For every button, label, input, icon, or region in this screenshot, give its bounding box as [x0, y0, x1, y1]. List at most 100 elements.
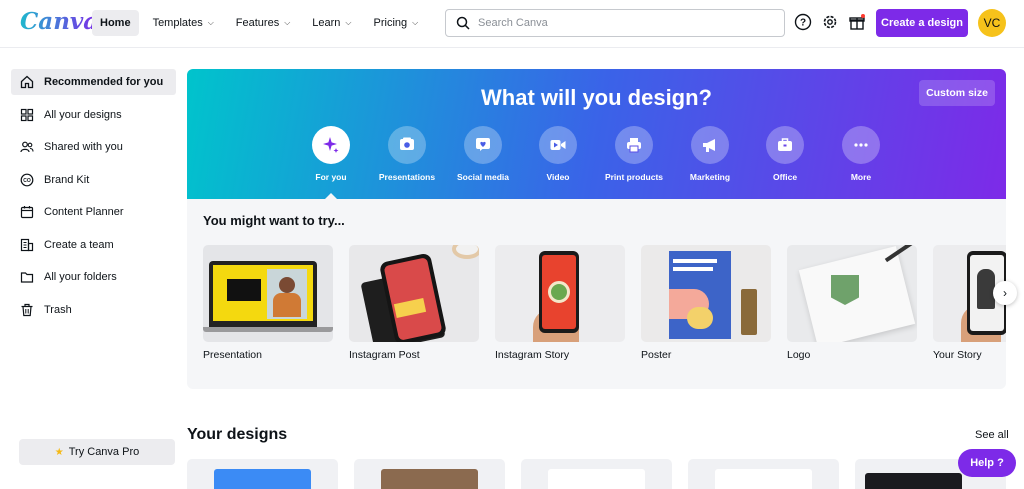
category-video[interactable]: Video — [518, 126, 598, 182]
search-icon — [456, 16, 470, 30]
search-placeholder: Search Canva — [478, 17, 548, 29]
tile-label: Presentation — [203, 349, 262, 361]
sidebar-item-create-team[interactable]: Create a team — [11, 232, 176, 258]
category-social-media[interactable]: Social media — [443, 126, 523, 182]
sidebar-item-label: Shared with you — [44, 141, 123, 153]
sidebar-item-label: All your designs — [44, 108, 122, 121]
category-label: Office — [772, 172, 798, 182]
category-label: Print products — [604, 172, 664, 182]
template-tile-instagram-post[interactable]: Instagram Post — [349, 245, 479, 361]
nav-features[interactable]: Features ⌵ — [228, 10, 299, 36]
try-canva-pro-button[interactable]: ★ Try Canva Pro — [19, 439, 175, 465]
logo-thumbnail — [787, 245, 917, 342]
category-label: More — [850, 172, 872, 182]
search-input[interactable]: Search Canva — [445, 9, 785, 37]
category-office[interactable]: Office — [745, 126, 825, 182]
category-more[interactable]: More — [821, 126, 901, 182]
category-presentations[interactable]: Presentations — [367, 126, 447, 182]
instagram-story-thumbnail — [495, 245, 625, 342]
try-panel: You might want to try... Presentation In… — [187, 199, 1006, 389]
canva-logo[interactable]: Canva — [20, 8, 98, 35]
try-title: You might want to try... — [203, 213, 345, 228]
sidebar-item-recommended[interactable]: Recommended for you — [11, 69, 176, 95]
category-label: For you — [315, 172, 347, 182]
design-thumbnail — [214, 469, 311, 489]
nav-pricing[interactable]: Pricing ⌵ — [366, 10, 427, 36]
help-circle-icon[interactable]: ? — [794, 13, 812, 31]
template-tile-logo[interactable]: Logo — [787, 245, 917, 361]
nav-pricing-label: Pricing — [373, 17, 408, 29]
sidebar-item-label: Create a team — [44, 238, 114, 251]
see-all-link[interactable]: See all — [975, 429, 1009, 441]
chevron-down-icon: ⌵ — [284, 18, 291, 27]
gear-icon[interactable] — [821, 13, 839, 31]
category-for-you[interactable]: For you — [291, 126, 371, 182]
hero-banner: What will you design? Custom size For yo… — [187, 69, 1006, 199]
poster-thumbnail — [641, 245, 771, 342]
printer-icon — [615, 126, 653, 164]
tile-label: Instagram Story — [495, 349, 570, 361]
sidebar: Recommended for you All your designs Sha… — [11, 69, 176, 329]
nav-templates-label: Templates — [152, 17, 203, 29]
tile-label: Poster — [641, 349, 672, 361]
sidebar-item-label: Trash — [44, 303, 72, 316]
sidebar-item-label: All your folders — [44, 271, 117, 283]
nav-home[interactable]: Home — [92, 10, 139, 36]
sparkle-icon — [312, 126, 350, 164]
sidebar-item-shared[interactable]: Shared with you — [11, 134, 176, 160]
sidebar-item-label: Brand Kit — [44, 173, 90, 186]
nav-templates[interactable]: Templates ⌵ — [145, 10, 222, 36]
nav-home-label: Home — [100, 17, 131, 29]
nav-features-label: Features — [235, 17, 280, 29]
carousel-next-button[interactable]: › — [993, 281, 1017, 305]
category-label: Social media — [457, 172, 509, 182]
template-tile-your-story[interactable]: Your Story — [933, 245, 1006, 361]
avatar[interactable]: VC — [978, 9, 1006, 37]
tile-label: Instagram Post — [349, 349, 420, 361]
category-print-products[interactable]: Print products — [594, 126, 674, 182]
sidebar-item-label: Recommended for you — [44, 76, 164, 88]
svg-text:?: ? — [800, 18, 806, 29]
tile-label: Logo — [787, 349, 811, 361]
building-icon — [20, 238, 34, 251]
try-pro-label: Try Canva Pro — [68, 446, 140, 458]
nav-learn-label: Learn — [312, 17, 341, 29]
svg-text:CO: CO — [23, 178, 31, 184]
presentation-thumbnail — [203, 245, 333, 342]
nav-learn[interactable]: Learn ⌵ — [304, 10, 359, 36]
more-icon — [842, 126, 880, 164]
your-designs-title: Your designs — [187, 426, 288, 443]
sidebar-item-brand-kit[interactable]: CO Brand Kit — [11, 167, 176, 193]
category-marketing[interactable]: Marketing — [670, 126, 750, 182]
sidebar-item-content-planner[interactable]: Content Planner — [11, 199, 176, 225]
design-thumbnail — [715, 469, 812, 489]
top-header: Canva Home Templates ⌵ Features ⌵ Learn ⌵ P… — [0, 0, 1024, 48]
folder-icon — [20, 272, 34, 283]
presentation-icon — [388, 126, 426, 164]
category-label: Presentations — [378, 172, 436, 182]
calendar-icon — [20, 206, 34, 219]
sidebar-item-label: Content Planner — [44, 206, 124, 218]
tile-label: Your Story — [933, 349, 982, 361]
home-icon — [20, 75, 34, 89]
heart-icon — [464, 126, 502, 164]
chevron-down-icon: ⌵ — [207, 18, 214, 27]
help-button[interactable]: Help ? — [958, 449, 1016, 477]
design-thumbnail — [381, 469, 478, 489]
category-label: Marketing — [689, 172, 731, 182]
sidebar-item-folders[interactable]: All your folders — [11, 264, 176, 290]
custom-size-button[interactable]: Custom size — [919, 80, 995, 106]
design-thumbnail — [865, 473, 962, 489]
trash-icon — [21, 303, 33, 316]
design-thumbnail — [548, 469, 645, 489]
gift-icon[interactable] — [848, 13, 866, 31]
template-tile-presentation[interactable]: Presentation — [203, 245, 333, 361]
create-design-button[interactable]: Create a design — [876, 9, 968, 37]
chevron-down-icon: ⌵ — [412, 18, 419, 27]
sidebar-item-all-designs[interactable]: All your designs — [11, 102, 176, 128]
template-tile-instagram-story[interactable]: Instagram Story — [495, 245, 625, 361]
sidebar-item-trash[interactable]: Trash — [11, 297, 176, 323]
main-nav: Home Templates ⌵ Features ⌵ Learn ⌵ Pricing… — [92, 10, 432, 36]
template-tile-poster[interactable]: Poster — [641, 245, 771, 361]
brand-kit-icon: CO — [20, 173, 34, 186]
